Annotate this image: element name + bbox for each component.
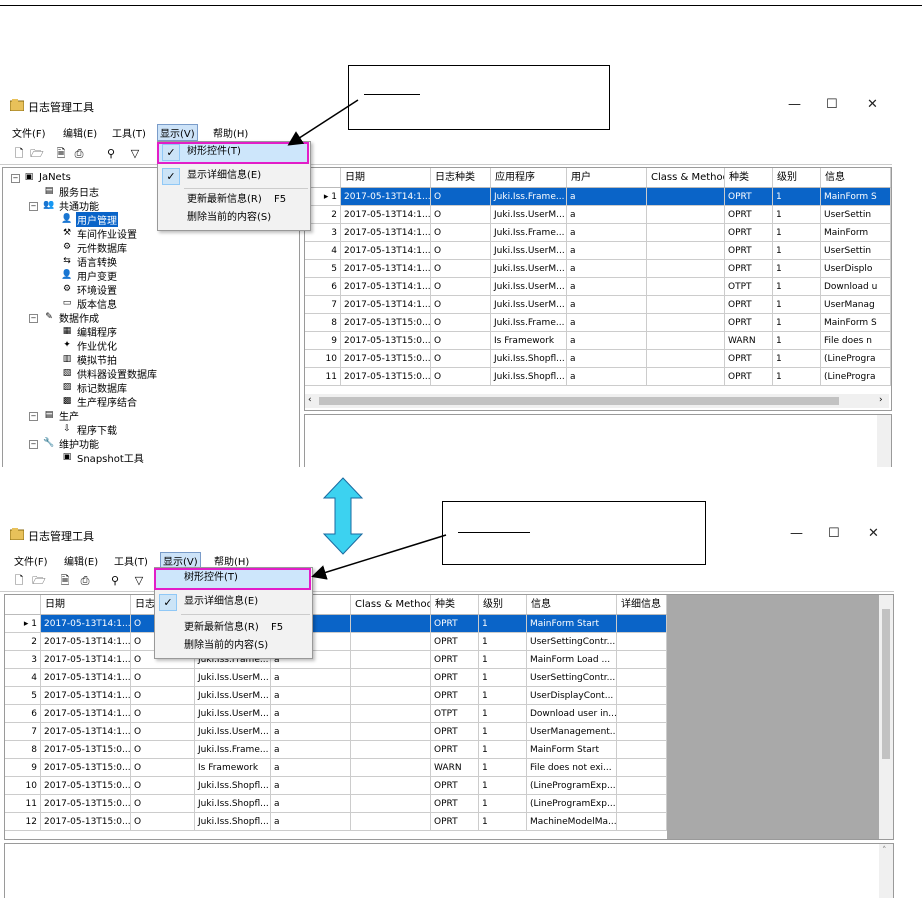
annotation-arrows bbox=[287, 99, 447, 580]
double-arrow-icon bbox=[322, 477, 364, 555]
callout-arrow-top bbox=[287, 99, 359, 146]
